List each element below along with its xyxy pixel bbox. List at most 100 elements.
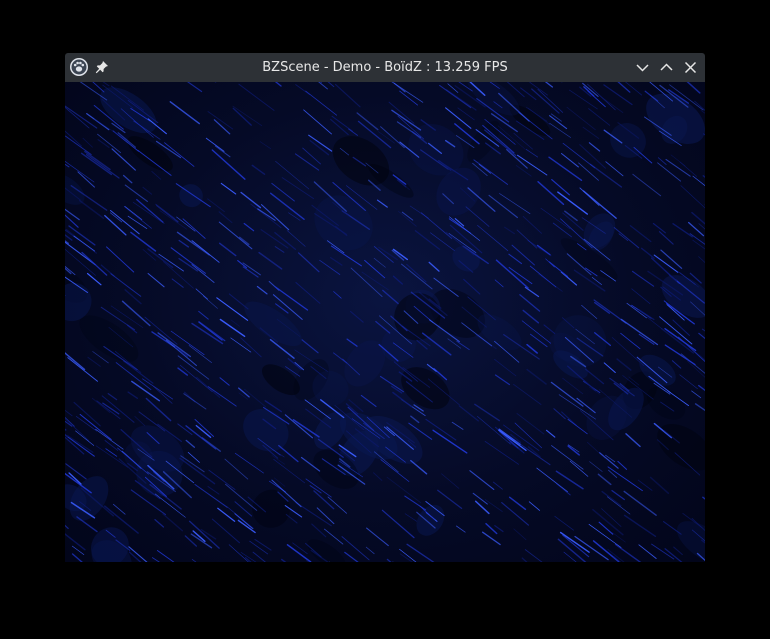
boid-streak [501,502,529,526]
boid-streak [224,458,249,480]
boid-streak [151,171,162,180]
boid-streak [528,501,541,511]
boid-streak [477,225,509,252]
boid-streak [494,358,517,377]
boid-streak [497,125,526,150]
boid-streak [557,538,587,562]
boid-streak [376,199,388,208]
boid-streak [578,162,599,181]
boid-streak [679,374,698,390]
boid-streak [191,264,215,283]
boid-streak [660,249,683,269]
boid-streak [478,163,491,174]
boid-streak [560,271,578,286]
boid-streak [508,496,527,511]
boid-streak [269,192,305,221]
boid-streak [380,126,405,149]
boid-streak [65,240,70,245]
boid-streak [519,294,541,312]
close-button[interactable] [682,59,699,76]
boid-streak [649,476,670,495]
minimize-button[interactable] [634,59,651,76]
boid-streak [92,82,105,93]
boid-streak [373,257,386,268]
boid-streak [112,503,126,515]
boid-streak [494,279,504,288]
boid-streak [605,161,624,177]
boid-streak [445,89,477,111]
maximize-button[interactable] [658,59,675,76]
boid-streak [562,212,584,231]
boid-streak [401,263,433,290]
boid-streak [171,278,184,288]
boid-streak [513,132,533,150]
boid-streak [671,360,682,369]
boid-streak [292,542,308,555]
boid-streak [350,310,364,323]
boid-streak [218,242,237,257]
boid-streak [701,328,705,332]
boid-streak [237,519,256,534]
boid-streak [508,253,523,265]
boid-streak [111,148,136,171]
render-viewport[interactable] [65,82,705,562]
boid-streak [287,357,302,371]
boid-streak [445,107,472,129]
boid-streak [511,244,535,266]
boid-streak [302,147,321,165]
boid-streak [87,356,101,367]
boid-streak [650,257,678,282]
boid-streak [498,431,519,449]
boid-streak [629,225,652,243]
boid-streak [249,540,269,555]
window-title: BZScene - Demo - BoïdZ : 13.259 FPS [262,60,508,75]
boid-streak [65,352,86,371]
boid-streak [238,83,275,111]
boid-streak [79,413,112,441]
boid-streak [703,133,705,136]
boid-streak [552,222,572,238]
boid-streak [316,507,335,525]
boid-streak [594,301,611,314]
boid-streak [86,272,102,286]
boid-streak [601,508,622,527]
boid-streak [616,358,632,371]
boid-streak [207,198,225,213]
boid-streak [579,144,606,169]
boid-streak [691,211,705,225]
pin-icon[interactable] [95,60,109,74]
boid-streak [554,515,574,531]
app-logo-icon[interactable] [69,57,89,77]
boid-streak [85,153,120,179]
boid-streak [238,387,250,398]
boid-streak [425,418,457,441]
boid-streak [124,205,143,220]
boid-streak [178,239,190,248]
boid-streak [562,377,584,395]
boid-streak [128,551,142,562]
boid-streak [529,82,548,96]
boid-streak [608,469,618,478]
boid-streak [73,235,96,252]
boid-streak [185,439,196,448]
boid-streak [243,222,255,232]
boid-streak [254,538,272,551]
boid-streak [134,416,146,427]
boid-streak [234,452,264,474]
boid-streak [543,324,556,335]
boid-streak [611,337,645,367]
title-bar[interactable]: BZScene - Demo - BoïdZ : 13.259 FPS [65,53,705,82]
boid-streak [525,148,539,158]
boid-streak [584,368,605,385]
boid-streak [95,428,124,450]
boid-streak [520,87,537,101]
boid-streak [404,513,418,522]
boid-streak [457,107,475,121]
boid-streak [545,429,556,438]
boid-streak [305,90,338,116]
boid-streak [451,421,464,430]
boid-streak [219,318,246,338]
boid-streak [110,273,142,297]
boid-streak [601,490,622,507]
boid-streak [124,289,142,305]
